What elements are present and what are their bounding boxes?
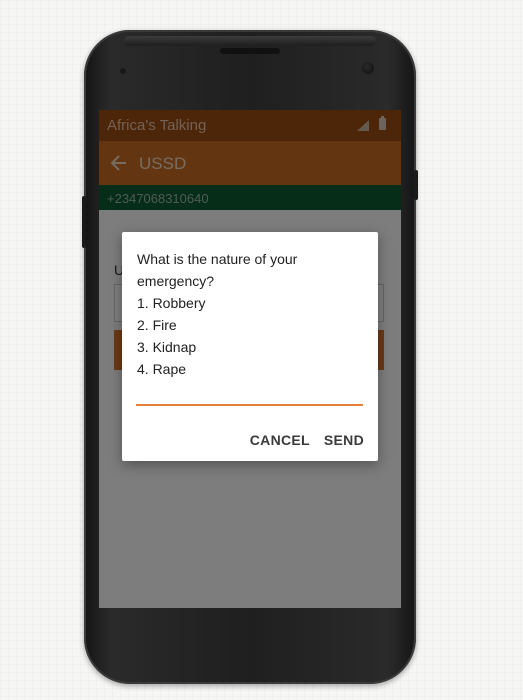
dialog-option-kidnap: 3. Kidnap: [137, 339, 197, 355]
proximity-sensor: [120, 68, 126, 74]
power-button: [414, 170, 418, 200]
dialog-response-input[interactable]: [136, 382, 363, 406]
dialog-option-robbery: 1. Robbery: [137, 295, 206, 311]
dialog-option-fire: 2. Fire: [137, 317, 177, 333]
send-button[interactable]: SEND: [324, 432, 364, 448]
ussd-dialog: What is the nature of your emergency? 1.…: [122, 232, 378, 461]
cancel-button[interactable]: CANCEL: [250, 432, 310, 448]
dialog-option-rape: 4. Rape: [137, 361, 187, 377]
front-camera-icon: [362, 62, 374, 74]
volume-button: [82, 196, 86, 248]
dialog-actions: CANCEL SEND: [250, 432, 364, 448]
dialog-message-line: What is the nature of your: [137, 251, 298, 267]
phone-top-edge: [124, 36, 376, 46]
earpiece-speaker: [220, 48, 280, 54]
dialog-message: What is the nature of your emergency? 1.…: [137, 248, 367, 380]
dialog-message-line: emergency?: [137, 273, 215, 289]
